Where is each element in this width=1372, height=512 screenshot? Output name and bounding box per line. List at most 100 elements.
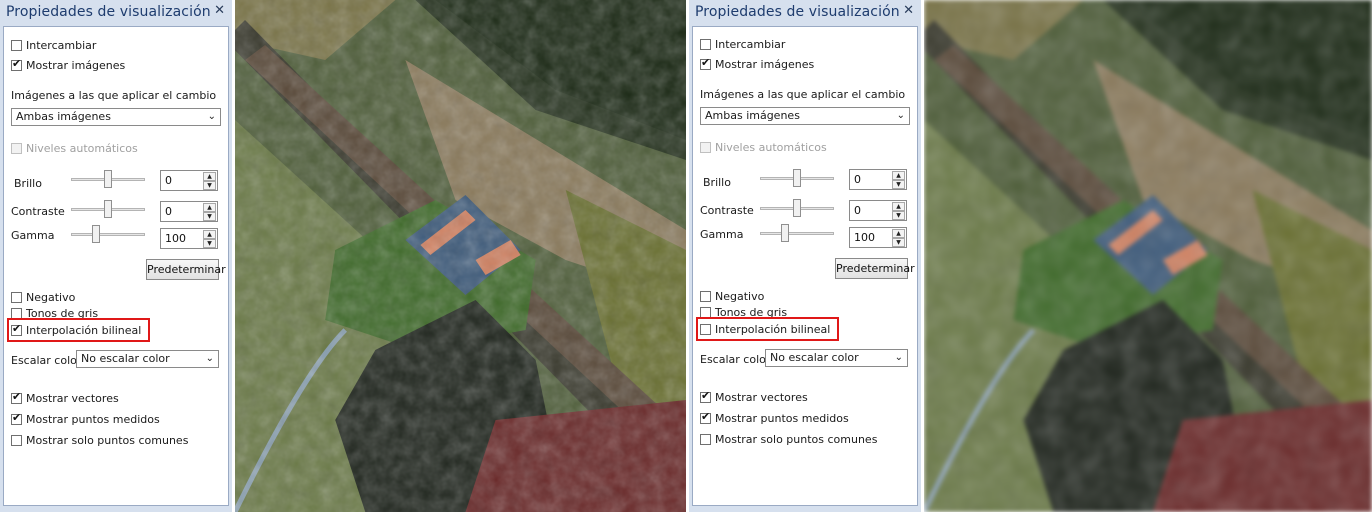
brillo-label: Brillo [703, 176, 731, 189]
mostrar-solo-label: Mostrar solo puntos comunes [26, 433, 189, 447]
predeterminar-button[interactable]: Predeterminar [835, 258, 915, 279]
escalar-select[interactable]: No escalar color ⌄ [765, 349, 908, 367]
gamma-slider-thumb[interactable] [781, 224, 789, 242]
aerial-image-bilinear[interactable] [235, 0, 686, 512]
chevron-down-icon: ⌄ [896, 110, 905, 121]
brillo-label: Brillo [14, 177, 42, 190]
mostrar-vectores-check[interactable] [11, 390, 22, 404]
close-icon[interactable]: ✕ [214, 3, 225, 18]
mostrar-imagenes-check[interactable] [11, 57, 22, 71]
mostrar-solo-check[interactable] [700, 433, 711, 445]
aplicar-value: Ambas imágenes [16, 110, 111, 123]
display-properties-panel-right: Propiedades de visualización ✕ Intercamb… [689, 0, 921, 512]
niveles-check [700, 141, 711, 153]
aplicar-label: Imágenes a las que aplicar el cambio [700, 88, 906, 101]
spin-up-icon[interactable]: ▲ [203, 203, 216, 212]
aplicar-value: Ambas imágenes [705, 109, 800, 122]
mostrar-puntos-checkbox[interactable]: Mostrar puntos medidos [11, 411, 160, 427]
escalar-select[interactable]: No escalar color ⌄ [76, 350, 219, 368]
brillo-slider-thumb[interactable] [793, 169, 801, 187]
intercambiar-check[interactable] [11, 39, 22, 51]
negativo-label: Negativo [715, 289, 765, 303]
close-icon[interactable]: ✕ [903, 3, 914, 18]
mostrar-vectores-checkbox[interactable]: Mostrar vectores [11, 390, 119, 406]
spin-up-icon[interactable]: ▲ [892, 171, 905, 180]
interpolacion-highlight [696, 317, 839, 341]
spin-down-icon[interactable]: ▼ [203, 212, 216, 221]
intercambiar-label: Intercambiar [715, 37, 786, 51]
spin-down-icon[interactable]: ▼ [892, 238, 905, 247]
spin-down-icon[interactable]: ▼ [892, 180, 905, 189]
negativo-checkbox[interactable]: Negativo [700, 288, 764, 304]
escalar-value: No escalar color [770, 351, 859, 364]
negativo-check[interactable] [11, 291, 22, 303]
brillo-value: 0 [854, 173, 861, 186]
mostrar-imagenes-label: Mostrar imágenes [715, 57, 815, 71]
aplicar-select[interactable]: Ambas imágenes ⌄ [700, 107, 910, 125]
contraste-value: 0 [165, 205, 172, 218]
mostrar-imagenes-checkbox[interactable]: Mostrar imágenes [11, 57, 125, 73]
negativo-checkbox[interactable]: Negativo [11, 289, 75, 305]
aerial-image-nearest[interactable] [924, 0, 1372, 512]
spin-up-icon[interactable]: ▲ [892, 202, 905, 211]
brillo-stepper[interactable]: 0 ▲ ▼ [849, 169, 907, 190]
tonos-gris-check[interactable] [11, 307, 22, 319]
gamma-stepper[interactable]: 100 ▲ ▼ [160, 228, 218, 249]
contraste-slider-thumb[interactable] [793, 199, 801, 217]
contraste-stepper[interactable]: 0 ▲ ▼ [160, 201, 218, 222]
mostrar-vectores-label: Mostrar vectores [715, 390, 808, 404]
contraste-slider-thumb[interactable] [104, 200, 112, 218]
contraste-stepper[interactable]: 0 ▲ ▼ [849, 200, 907, 221]
gamma-value: 100 [165, 232, 186, 245]
mostrar-imagenes-check[interactable] [700, 56, 711, 70]
negativo-label: Negativo [26, 290, 76, 304]
negativo-check[interactable] [700, 290, 711, 302]
spin-up-icon[interactable]: ▲ [892, 229, 905, 238]
mostrar-vectores-check[interactable] [700, 389, 711, 403]
contraste-label: Contraste [11, 205, 65, 218]
chevron-down-icon: ⌄ [207, 111, 216, 122]
gamma-slider[interactable] [71, 233, 145, 236]
mostrar-solo-checkbox[interactable]: Mostrar solo puntos comunes [700, 431, 877, 447]
mostrar-vectores-checkbox[interactable]: Mostrar vectores [700, 389, 808, 405]
gamma-value: 100 [854, 231, 875, 244]
mostrar-solo-label: Mostrar solo puntos comunes [715, 432, 878, 446]
gamma-slider[interactable] [760, 232, 834, 235]
predeterminar-button[interactable]: Predeterminar [146, 259, 226, 280]
panel-body: Intercambiar Mostrar imágenes Imágenes a… [3, 26, 229, 506]
display-properties-panel-left: Propiedades de visualización ✕ Intercamb… [0, 0, 232, 512]
gamma-slider-thumb[interactable] [92, 225, 100, 243]
mostrar-puntos-check[interactable] [11, 411, 22, 425]
mostrar-imagenes-checkbox[interactable]: Mostrar imágenes [700, 56, 814, 72]
mostrar-puntos-label: Mostrar puntos medidos [26, 412, 160, 426]
intercambiar-checkbox[interactable]: Intercambiar [11, 37, 96, 53]
spin-up-icon[interactable]: ▲ [203, 172, 216, 181]
contraste-label: Contraste [700, 204, 754, 217]
mostrar-puntos-checkbox[interactable]: Mostrar puntos medidos [700, 410, 849, 426]
escalar-value: No escalar color [81, 352, 170, 365]
interpolacion-highlight [7, 318, 150, 342]
spin-up-icon[interactable]: ▲ [203, 230, 216, 239]
panel-titlebar: Propiedades de visualización ✕ [689, 0, 921, 24]
aplicar-select[interactable]: Ambas imágenes ⌄ [11, 108, 221, 126]
chevron-down-icon: ⌄ [894, 352, 903, 363]
spin-down-icon[interactable]: ▼ [203, 239, 216, 248]
mostrar-puntos-check[interactable] [700, 410, 711, 424]
spin-down-icon[interactable]: ▼ [203, 181, 216, 190]
aplicar-label: Imágenes a las que aplicar el cambio [11, 89, 217, 102]
gamma-stepper[interactable]: 100 ▲ ▼ [849, 227, 907, 248]
brillo-value: 0 [165, 174, 172, 187]
panel-body: Intercambiar Mostrar imágenes Imágenes a… [692, 26, 918, 506]
intercambiar-check[interactable] [700, 38, 711, 50]
intercambiar-label: Intercambiar [26, 38, 97, 52]
mostrar-solo-checkbox[interactable]: Mostrar solo puntos comunes [11, 432, 188, 448]
intercambiar-checkbox[interactable]: Intercambiar [700, 36, 785, 52]
niveles-label: Niveles automáticos [715, 140, 827, 154]
brillo-slider-thumb[interactable] [104, 170, 112, 188]
mostrar-solo-check[interactable] [11, 434, 22, 446]
brillo-stepper[interactable]: 0 ▲ ▼ [160, 170, 218, 191]
spin-down-icon[interactable]: ▼ [892, 211, 905, 220]
contraste-value: 0 [854, 204, 861, 217]
niveles-label: Niveles automáticos [26, 141, 138, 155]
tonos-gris-check[interactable] [700, 306, 711, 318]
